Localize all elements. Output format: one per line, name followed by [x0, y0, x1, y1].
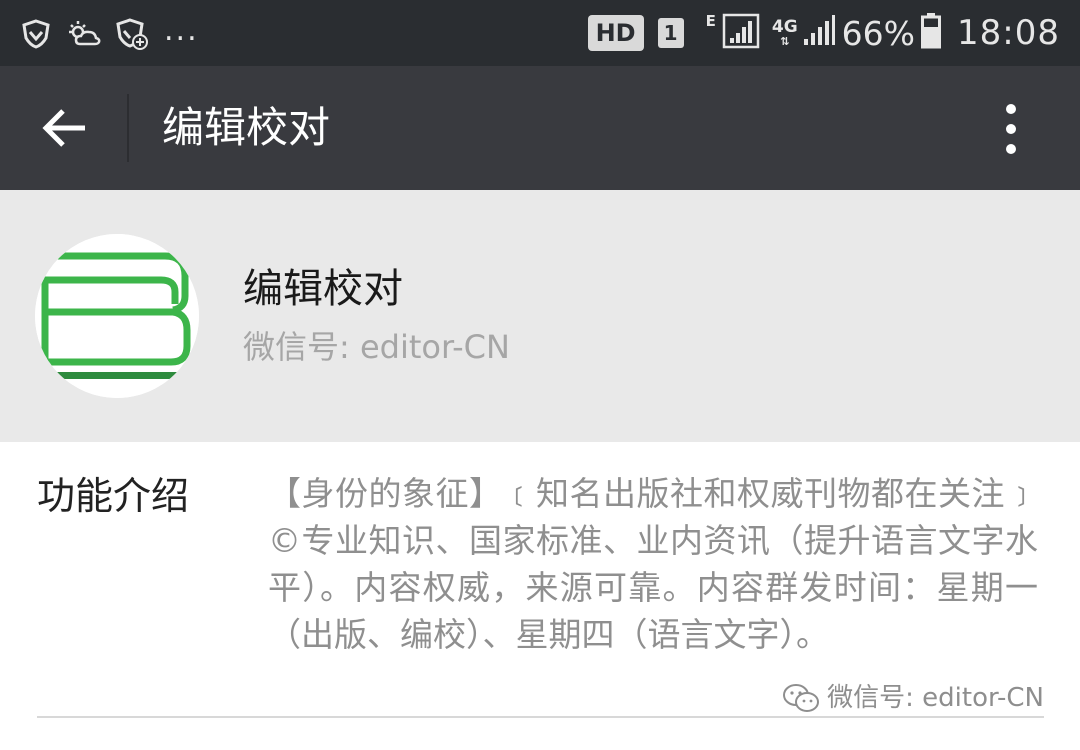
more-options-button[interactable] [986, 94, 1036, 164]
app-bar-divider [127, 94, 129, 162]
network-type-label: E [705, 12, 716, 30]
network-4g-indicator: 4G ⇅ [771, 16, 798, 48]
back-button[interactable] [24, 96, 104, 160]
account-name: 编辑校对 [243, 266, 403, 312]
profile-header: 编辑校对 微信号: editor-CN [0, 190, 1080, 442]
account-logo-icon [35, 234, 199, 398]
wechat-id: 微信号: editor-CN [243, 328, 510, 366]
arrow-left-icon [42, 109, 85, 147]
more-notifications-indicator: ... [164, 13, 199, 48]
status-right-icons: HD 1 E 4G ⇅ 66% 18:08 [587, 8, 1060, 58]
watermark: 微信号: editor-CN [781, 682, 1044, 714]
network-4g-label: 4G [771, 16, 798, 37]
sim-slot-badge: 1 [657, 18, 684, 48]
app-bar: 编辑校对 [0, 66, 1080, 190]
status-clock: 18:08 [957, 13, 1060, 53]
data-activity-icon: ⇅ [780, 34, 790, 48]
avatar[interactable] [35, 234, 199, 398]
status-bar: ... HD 1 E 4G ⇅ 66% 18:08 [0, 0, 1080, 66]
more-vertical-icon [1006, 104, 1016, 154]
page-title: 编辑校对 [162, 103, 331, 152]
signal-strength-icon-2 [802, 13, 836, 53]
intro-text: 【身份的象征】﹝知名出版社和权威刊物都在关注﹞©专业知识、国家标准、业内资讯（提… [268, 474, 1038, 654]
battery-percent: 66% [841, 13, 916, 53]
shield-add-icon [114, 16, 150, 52]
shield-icon [18, 16, 54, 52]
status-left-icons: ... [18, 14, 199, 54]
battery-icon [921, 13, 957, 53]
watermark-text: 微信号: editor-CN [827, 683, 1044, 713]
intro-section: 功能介绍 【身份的象征】﹝知名出版社和权威刊物都在关注﹞©专业知识、国家标准、业… [0, 442, 1080, 750]
weather-icon [66, 16, 102, 52]
intro-label: 功能介绍 [37, 474, 190, 518]
wechat-icon [783, 684, 820, 712]
hd-voice-badge: HD [587, 15, 644, 51]
section-divider [37, 716, 1044, 718]
signal-strength-icon [722, 11, 772, 55]
